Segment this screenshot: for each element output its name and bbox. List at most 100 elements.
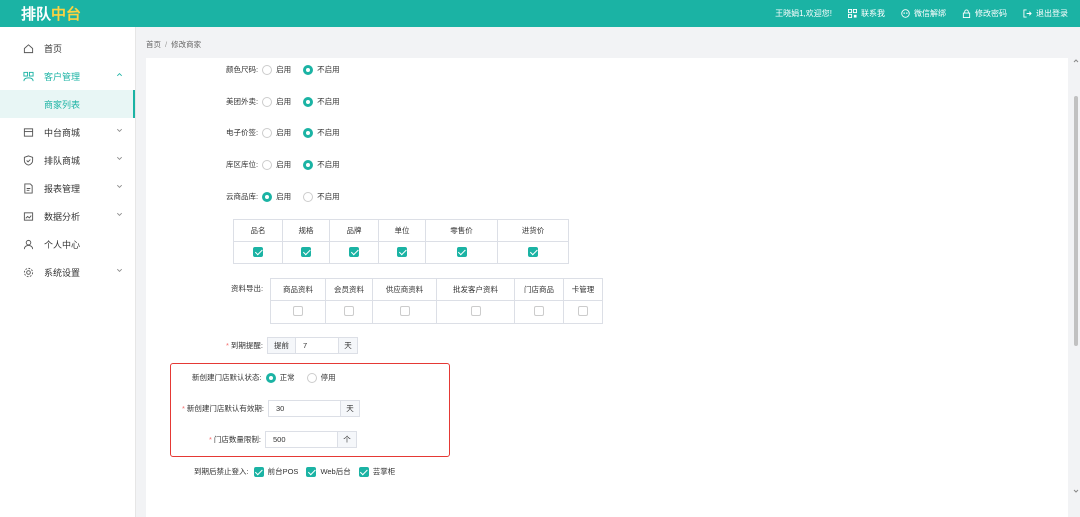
store-limit-input[interactable]: 500 — [266, 432, 337, 447]
store-status-row: 新创建门店默认状态: 正常 停用 — [192, 372, 344, 383]
store-validity-row: * 新创建门店默认有效期: 30 天 — [182, 400, 361, 417]
price-tag-disable-label: 不启用 — [317, 128, 340, 137]
sidebar-item-analytics[interactable]: 数据分析 — [0, 202, 135, 230]
sidebar-item-queue-store[interactable]: 排队商城 — [0, 146, 135, 174]
cloud-product-disable-label: 不启用 — [317, 192, 340, 201]
warehouse-row: 库区库位: 启用 不启用 — [226, 159, 348, 170]
table-header-cell: 单位 — [378, 219, 426, 242]
price-tag-enable-label: 启用 — [276, 128, 292, 137]
table-header-cell: 供应商资料 — [372, 278, 437, 301]
breadcrumb-home[interactable]: 首页 — [146, 40, 161, 49]
cloud-spec-checkbox[interactable] — [301, 246, 311, 257]
chevron-down-icon — [117, 212, 122, 216]
color-size-disable-label: 不启用 — [317, 65, 340, 74]
sidebar-item-label: 中台商城 — [44, 127, 81, 138]
main-scrollbar[interactable] — [1072, 58, 1080, 494]
expiry-input[interactable]: 7 — [296, 338, 338, 353]
store-status-disabled-label: 停用 — [320, 373, 336, 382]
table-header-cell: 商品资料 — [270, 278, 326, 301]
cloud-purchase-price-checkbox[interactable] — [528, 246, 538, 257]
logout-label: 退出登录 — [1036, 9, 1068, 18]
cloud-brand-checkbox[interactable] — [349, 246, 359, 257]
login-block-row: 到期后禁止登入: 前台POS Web后台 芸掌柜 — [194, 466, 403, 477]
meituan-label: 美团外卖: — [226, 97, 259, 106]
store-validity-input[interactable]: 30 — [269, 401, 340, 416]
login-block-pos-label: 前台POS — [267, 467, 299, 476]
store-status-normal-label: 正常 — [279, 373, 295, 382]
table-cell — [563, 300, 603, 324]
cloud-unit-checkbox[interactable] — [397, 246, 407, 257]
sidebar-item-settings[interactable]: 系统设置 — [0, 258, 135, 286]
breadcrumb-current: 修改商家 — [171, 40, 202, 49]
export-supplier-checkbox[interactable] — [399, 306, 410, 316]
expiry-label: * 到期提醒: — [226, 340, 263, 351]
chevron-down-icon — [117, 268, 122, 272]
expiry-prefix: 提前 — [268, 338, 297, 353]
store-validity-input-group: 30 天 — [268, 400, 361, 417]
store-status-disabled-radio[interactable] — [306, 372, 317, 383]
warehouse-enable-radio[interactable] — [262, 159, 273, 170]
wechat-icon — [901, 9, 910, 18]
breadcrumb: 首页 / 修改商家 — [146, 39, 201, 50]
sidebar-item-label: 客户管理 — [44, 71, 81, 82]
warehouse-disable-radio[interactable] — [303, 159, 314, 170]
price-tag-disable-radio[interactable] — [303, 127, 314, 138]
cloud-product-disable-radio[interactable] — [303, 191, 314, 202]
cloud-name-checkbox[interactable] — [253, 246, 263, 257]
table-cell — [497, 241, 569, 264]
login-block-pos-checkbox[interactable] — [253, 466, 264, 477]
table-cell — [282, 241, 330, 264]
scroll-thumb[interactable] — [1074, 96, 1078, 346]
export-card-checkbox[interactable] — [578, 306, 588, 316]
export-wholesale-checkbox[interactable] — [470, 306, 481, 316]
store-validity-label-text: 新创建门店默认有效期: — [186, 404, 265, 413]
export-table: 商品资料 会员资料 供应商资料 批发客户资料 门店商品 卡管理 — [270, 278, 603, 324]
logout-icon — [1023, 9, 1032, 18]
store-limit-unit: 个 — [337, 432, 357, 447]
contact-link[interactable]: 联系我 — [848, 8, 885, 19]
app-logo[interactable]: 排队中台 — [21, 3, 81, 24]
customer-icon — [22, 70, 34, 82]
color-size-enable-radio[interactable] — [262, 64, 273, 75]
store-status-normal-radio[interactable] — [265, 372, 276, 383]
change-password-label: 修改密码 — [975, 9, 1007, 18]
meituan-disable-radio[interactable] — [303, 96, 314, 107]
wechat-unbind-link[interactable]: 微信解绑 — [901, 8, 946, 19]
required-mark: * — [182, 404, 185, 413]
change-password-link[interactable]: 修改密码 — [962, 8, 1007, 19]
chevron-up-icon — [117, 73, 122, 77]
sidebar-item-platform-store[interactable]: 中台商城 — [0, 118, 135, 146]
sidebar: 首页 客户管理 商家列表 中台商城 排队商城 报表管理 数据分析 个人中心 系统… — [0, 27, 136, 517]
sidebar-item-customer[interactable]: 客户管理 — [0, 62, 135, 90]
cloud-retail-price-checkbox[interactable] — [456, 246, 467, 257]
sidebar-item-label: 系统设置 — [44, 267, 81, 278]
login-block-app-checkbox[interactable] — [358, 466, 369, 477]
login-block-web-checkbox[interactable] — [306, 466, 317, 477]
store-validity-unit: 天 — [340, 401, 360, 416]
sidebar-item-report[interactable]: 报表管理 — [0, 174, 135, 202]
sidebar-item-home[interactable]: 首页 — [0, 34, 135, 62]
price-tag-enable-radio[interactable] — [262, 127, 273, 138]
gear-icon — [22, 266, 34, 278]
store-limit-label: * 门店数量限制: — [209, 434, 261, 445]
meituan-enable-radio[interactable] — [262, 96, 273, 107]
report-icon — [22, 182, 34, 194]
cloud-product-enable-radio[interactable] — [262, 191, 273, 202]
table-cell — [270, 300, 326, 324]
home-icon — [22, 42, 34, 54]
color-size-disable-radio[interactable] — [303, 64, 314, 75]
sidebar-subitem-merchant-list[interactable]: 商家列表 — [0, 90, 135, 118]
chevron-down-icon — [117, 128, 122, 132]
table-cell — [514, 300, 564, 324]
export-product-checkbox[interactable] — [293, 306, 303, 316]
logout-link[interactable]: 退出登录 — [1023, 8, 1068, 19]
price-tag-row: 电子价签: 启用 不启用 — [226, 127, 348, 138]
store-icon — [22, 126, 34, 138]
sidebar-subitem-label: 商家列表 — [44, 99, 81, 110]
export-member-checkbox[interactable] — [344, 306, 354, 316]
cloud-product-enable-label: 启用 — [276, 192, 292, 201]
export-store-product-checkbox[interactable] — [534, 306, 544, 316]
table-cell — [329, 241, 379, 264]
login-block-web-label: Web后台 — [320, 467, 351, 476]
sidebar-item-profile[interactable]: 个人中心 — [0, 230, 135, 258]
